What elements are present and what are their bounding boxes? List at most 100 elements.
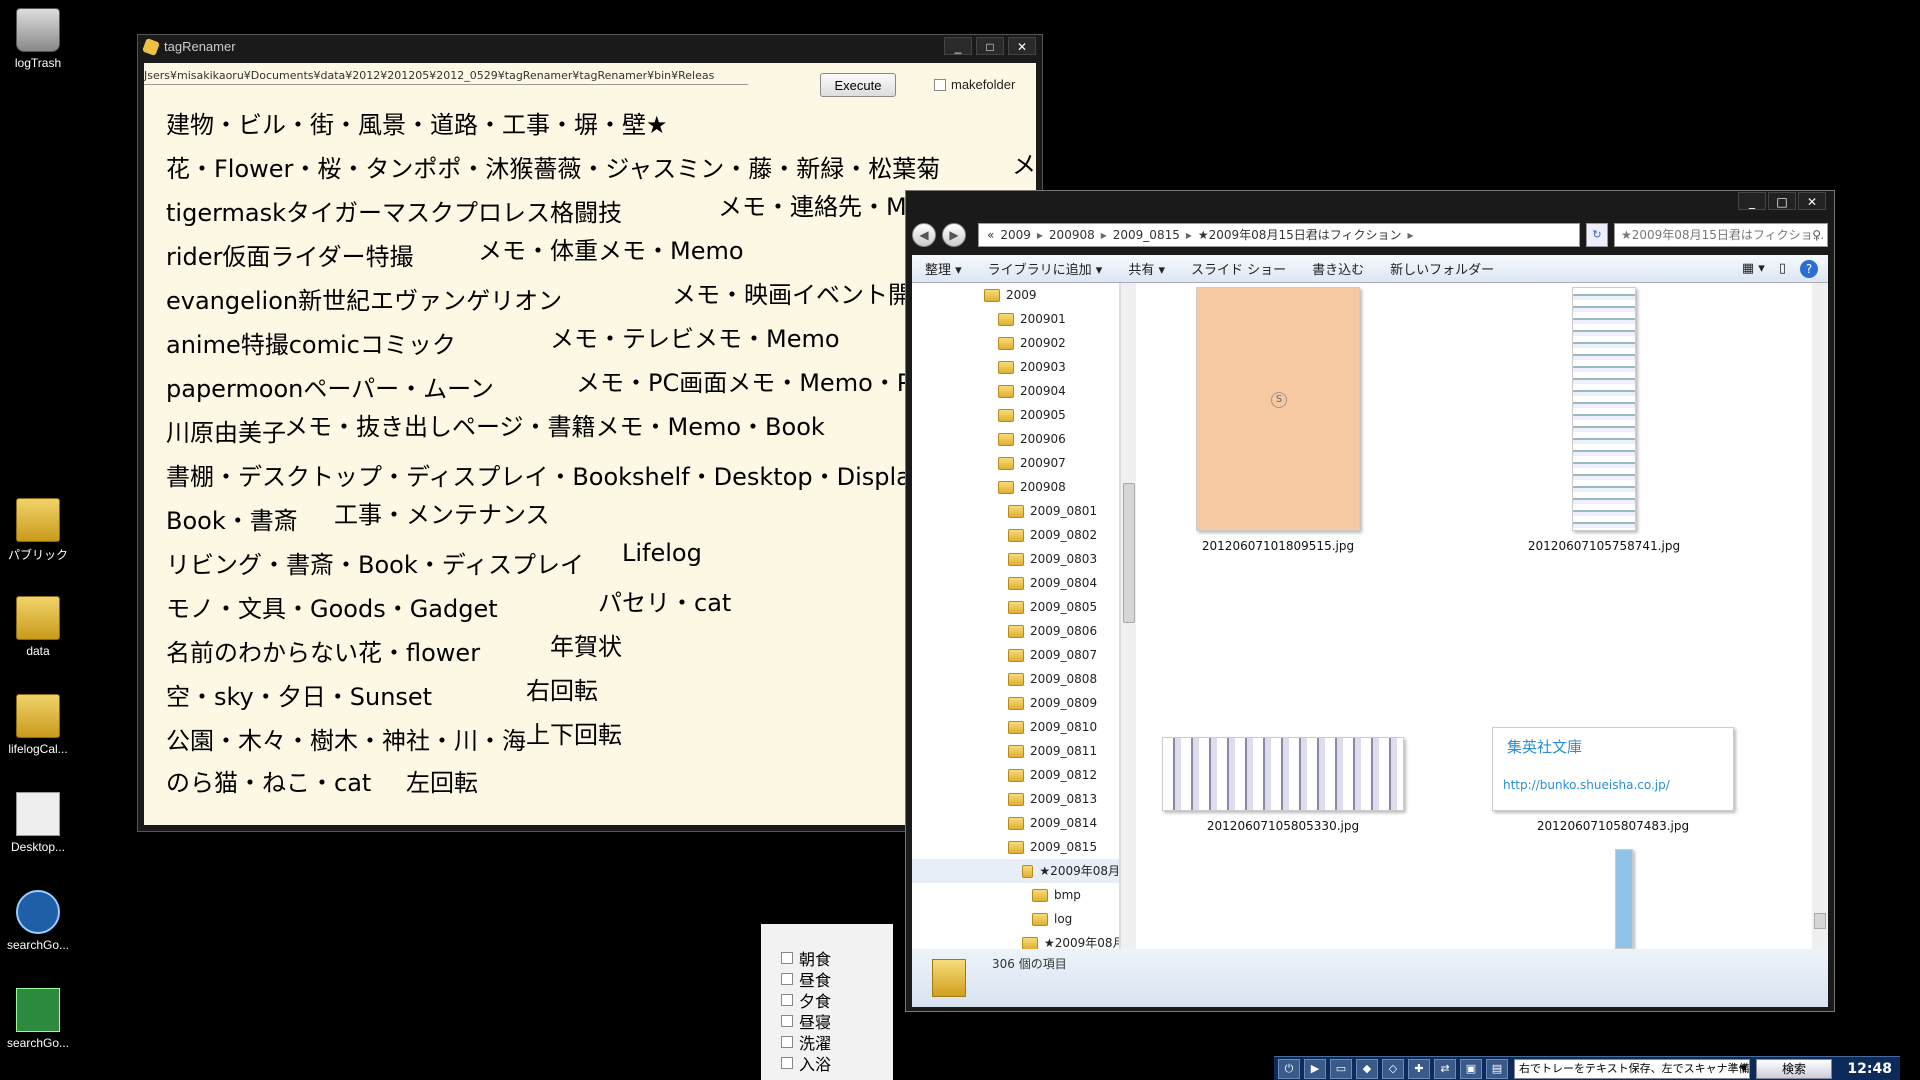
- path-field[interactable]: Jsers¥misakikaoru¥Documents¥data¥2012¥20…: [144, 67, 748, 85]
- tag-button[interactable]: のら猫・ねこ・cat: [166, 763, 371, 798]
- minimize-button[interactable]: _: [1738, 192, 1766, 210]
- file-item[interactable]: 20120607101809515.jpg: [1178, 287, 1378, 553]
- desktop-icon-logtrash[interactable]: logTrash: [2, 8, 74, 70]
- add-to-library-button[interactable]: ライブラリに追加 ▾: [975, 259, 1116, 278]
- new-folder-button[interactable]: 新しいフォルダー: [1377, 259, 1507, 278]
- forward-button[interactable]: ▶: [942, 223, 966, 247]
- tag-button[interactable]: パセリ・cat: [598, 583, 731, 618]
- tag-button[interactable]: 花・Flower・桜・タンポポ・沐猴薔薇・ジャスミン・藤・新緑・松葉菊: [166, 149, 940, 184]
- back-button[interactable]: ◀: [912, 223, 936, 247]
- tag-button[interactable]: メモ・PC画面メモ・Memo・PC: [576, 363, 928, 398]
- file-item[interactable]: 集英社文庫 http://bunko.shueisha.co.jp/ 20120…: [1488, 727, 1738, 833]
- checkbox-box[interactable]: [781, 994, 793, 1006]
- checklist-item[interactable]: 入浴: [781, 1051, 831, 1075]
- breadcrumb-item[interactable]: 2009: [1000, 224, 1031, 246]
- file-item[interactable]: 20120607105758741.jpg: [1504, 287, 1704, 553]
- tree-item[interactable]: 200907: [998, 451, 1066, 475]
- checkbox-box[interactable]: [781, 1036, 793, 1048]
- checkbox-box[interactable]: [781, 973, 793, 985]
- maximize-button[interactable]: □: [1768, 192, 1796, 210]
- tag-button[interactable]: メモ: [1012, 145, 1036, 180]
- tree-item[interactable]: 2009_0813: [1008, 787, 1097, 811]
- tag-button[interactable]: 上下回転: [526, 715, 622, 750]
- tray-select[interactable]: 右でトレーをテキスト保存、左でスキャナ準備 ▼: [1514, 1058, 1750, 1079]
- tag-button[interactable]: Lifelog: [622, 539, 702, 567]
- scroll-thumb[interactable]: [1123, 483, 1135, 623]
- power-icon[interactable]: ⏻: [1278, 1058, 1300, 1079]
- file-item[interactable]: [1604, 849, 1644, 949]
- tree-item[interactable]: ★2009年08月: [1022, 931, 1119, 949]
- tree-item[interactable]: 2009_0810: [1008, 715, 1097, 739]
- checkbox-box[interactable]: [934, 78, 946, 91]
- tree-item[interactable]: 2009_0811: [1008, 739, 1097, 763]
- app-icon[interactable]: ◇: [1382, 1058, 1404, 1079]
- maximize-button[interactable]: □: [976, 37, 1004, 55]
- tag-button[interactable]: 川原由美子: [166, 413, 286, 448]
- file-item[interactable]: 20120607105805330.jpg: [1158, 737, 1408, 833]
- search-button[interactable]: 検索: [1756, 1058, 1832, 1079]
- breadcrumb-item[interactable]: 200908: [1049, 224, 1095, 246]
- tag-button[interactable]: Book・書斎: [166, 501, 298, 536]
- folder-icon[interactable]: ▭: [1330, 1058, 1352, 1079]
- desktop-icon-data[interactable]: data: [2, 596, 74, 658]
- tag-button[interactable]: tigermaskタイガーマスクプロレス格闘技: [166, 193, 622, 228]
- tree-item[interactable]: 2009_0802: [1008, 523, 1097, 547]
- tree-item[interactable]: 2009_0806: [1008, 619, 1097, 643]
- tree-item[interactable]: 2009_0812: [1008, 763, 1097, 787]
- view-options-icon[interactable]: ▦ ▾: [1742, 261, 1765, 276]
- search-input[interactable]: ★2009年08月15日君はフィクショ... ⚲: [1614, 223, 1828, 247]
- tag-button[interactable]: 左回転: [406, 763, 478, 798]
- tree-item[interactable]: 200904: [998, 379, 1066, 403]
- tag-button[interactable]: メモ・テレビメモ・Memo: [550, 319, 840, 354]
- tree-item[interactable]: 200905: [998, 403, 1066, 427]
- tag-button[interactable]: メモ・映画イベント開: [672, 275, 912, 310]
- tree-item[interactable]: 200901: [998, 307, 1066, 331]
- help-icon[interactable]: ?: [1800, 259, 1818, 278]
- scroll-thumb[interactable]: [1814, 913, 1826, 929]
- tag-button[interactable]: リビング・書斎・Book・ディスプレイ: [166, 545, 584, 580]
- tree-item[interactable]: 2009_0801: [1008, 499, 1097, 523]
- tree-item[interactable]: 2009_0814: [1008, 811, 1097, 835]
- refresh-button[interactable]: ↻: [1586, 223, 1608, 247]
- tag-button[interactable]: papermoonペーパー・ムーン: [166, 369, 494, 404]
- tree-item[interactable]: 2009_0815: [1008, 835, 1097, 859]
- breadcrumb[interactable]: « 2009 ▸ 200908 ▸ 2009_0815 ▸ ★2009年08月1…: [978, 223, 1580, 247]
- tree-item[interactable]: 2009_0809: [1008, 691, 1097, 715]
- tree-item[interactable]: 200908: [998, 475, 1066, 499]
- preview-pane-icon[interactable]: ▯: [1779, 261, 1786, 276]
- checkbox-box[interactable]: [781, 1057, 793, 1069]
- network-icon[interactable]: ⇄: [1434, 1058, 1456, 1079]
- tag-button[interactable]: rider仮面ライダー特撮: [166, 237, 413, 272]
- tag-button[interactable]: 公園・木々・樹木・神社・川・海: [166, 721, 526, 756]
- close-button[interactable]: ✕: [1798, 192, 1826, 210]
- desktop-icon-searchgo-1[interactable]: searchGo...: [2, 890, 74, 952]
- share-button[interactable]: 共有 ▾: [1115, 259, 1178, 278]
- tag-button[interactable]: 工事・メンテナンス: [334, 495, 550, 530]
- tag-button[interactable]: メモ・抜き出しページ・書籍メモ・Memo・Book: [284, 407, 825, 442]
- minimize-button[interactable]: _: [944, 37, 972, 55]
- tree-item[interactable]: 200903: [998, 355, 1066, 379]
- desktop-icon-searchgo-2[interactable]: searchGo...: [2, 988, 74, 1050]
- close-button[interactable]: ✕: [1008, 37, 1036, 55]
- tag-button[interactable]: モノ・文具・Goods・Gadget: [166, 589, 498, 624]
- checkbox-box[interactable]: [781, 952, 793, 964]
- tree-item[interactable]: 2009_0807: [1008, 643, 1097, 667]
- breadcrumb-item[interactable]: «: [987, 224, 994, 246]
- monitor-icon[interactable]: ▣: [1460, 1058, 1482, 1079]
- tree-item[interactable]: 200902: [998, 331, 1066, 355]
- tree-item[interactable]: 2009: [984, 283, 1037, 307]
- makefolder-checkbox[interactable]: makefolder: [934, 77, 1015, 92]
- tree-item-selected[interactable]: ★2009年08月: [912, 859, 1119, 883]
- execute-button[interactable]: Execute: [820, 73, 896, 97]
- tag-button[interactable]: 建物・ビル・街・風景・道路・工事・塀・壁★: [166, 105, 668, 140]
- app-icon[interactable]: ◆: [1356, 1058, 1378, 1079]
- tag-button[interactable]: 右回転: [526, 671, 598, 706]
- play-icon[interactable]: ▶: [1304, 1058, 1326, 1079]
- tree-item[interactable]: 200906: [998, 427, 1066, 451]
- tree-item[interactable]: log: [1032, 907, 1072, 931]
- breadcrumb-item[interactable]: ★2009年08月15日君はフィクション: [1198, 224, 1402, 246]
- burn-button[interactable]: 書き込む: [1299, 259, 1377, 278]
- checkbox-box[interactable]: [781, 1015, 793, 1027]
- tree-item[interactable]: bmp: [1032, 883, 1081, 907]
- tree-item[interactable]: 2009_0805: [1008, 595, 1097, 619]
